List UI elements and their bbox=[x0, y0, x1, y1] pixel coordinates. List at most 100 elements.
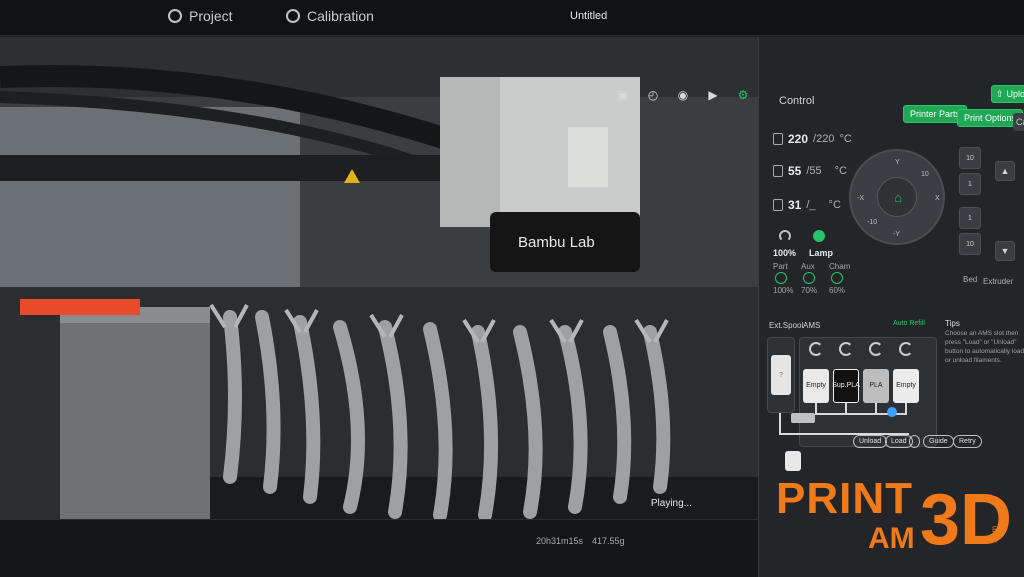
ext-spool-label: Ext.Spool bbox=[769, 321, 804, 330]
camera-toolbar: ▣ ◴ ◉ ▶ ⚙ bbox=[614, 87, 752, 103]
fan-cham-label: Cham bbox=[829, 262, 851, 271]
fan-part-label: Part bbox=[773, 262, 788, 271]
jog-neg-ten-label: -10 bbox=[867, 219, 878, 226]
job-time: 20h31m15s bbox=[536, 536, 584, 546]
calibration-icon bbox=[286, 9, 300, 23]
jog-neg-y-label: -Y bbox=[893, 231, 900, 238]
job-info-bar: 20h31m15s 417.55g bbox=[0, 519, 758, 577]
chamber-icon bbox=[773, 199, 783, 211]
watermark-big: 3D bbox=[920, 480, 1013, 560]
jog-y-label: Y bbox=[895, 159, 900, 166]
tab-project[interactable]: Project bbox=[168, 4, 233, 28]
nozzle-temp-current: 220 bbox=[788, 132, 809, 146]
bed-up-1-button[interactable]: 1 bbox=[959, 173, 981, 195]
fan-part-value: 100% bbox=[773, 286, 794, 295]
ams-slot-3[interactable]: PLA bbox=[863, 369, 889, 403]
bed-icon bbox=[773, 165, 783, 177]
filament-path bbox=[779, 413, 781, 435]
fan-aux-label: Aux bbox=[801, 262, 815, 271]
watermark-tld: .com bbox=[990, 525, 1000, 544]
upload-button[interactable]: ⇧ Uplo bbox=[991, 85, 1024, 103]
window-title: Untitled bbox=[570, 10, 608, 22]
brand-label: Bambu Lab bbox=[518, 234, 595, 251]
record-icon[interactable]: ▣ bbox=[614, 87, 632, 103]
chevron-up-icon: ▲ bbox=[1000, 166, 1010, 176]
nozzle-icon bbox=[773, 133, 783, 145]
bed-down-1-button[interactable]: 1 bbox=[959, 207, 981, 229]
ams-label: AMS bbox=[803, 321, 821, 330]
bed-temp-unit: °C bbox=[834, 165, 847, 177]
video-icon[interactable]: ▶ bbox=[704, 87, 722, 103]
bed-temp[interactable]: 55 /55 °C bbox=[773, 164, 847, 178]
axis-jog-dial[interactable]: Y -Y -X X 10 -10 ⌂ bbox=[849, 149, 945, 245]
slot-4-dial-icon[interactable] bbox=[899, 342, 913, 356]
humidity-icon[interactable] bbox=[887, 407, 897, 417]
guide-button[interactable]: Guide bbox=[923, 435, 954, 448]
camera-status: Playing... bbox=[650, 498, 692, 509]
ams-slot-4[interactable]: Empty bbox=[893, 369, 919, 403]
extruder-label: Extruder bbox=[983, 277, 1014, 286]
auto-refill-link[interactable]: Auto Refill bbox=[893, 320, 925, 327]
timelapse-icon[interactable]: ◴ bbox=[644, 87, 662, 103]
nozzle-temp-target: /220 bbox=[813, 133, 835, 145]
tips-text: Choose an AMS slot then press "Load" or … bbox=[945, 330, 1024, 364]
tab-calibration[interactable]: Calibration bbox=[286, 4, 374, 28]
watermark-sub: AM bbox=[868, 522, 915, 555]
toolhead-icon bbox=[785, 451, 801, 471]
ams-slot-1[interactable]: Empty bbox=[803, 369, 829, 403]
fan-part-icon[interactable] bbox=[775, 272, 787, 284]
webcam-icon[interactable]: ◉ bbox=[674, 87, 692, 103]
extruder-up-button[interactable]: ▲ bbox=[995, 161, 1015, 181]
watermark-logo: PRINT AM 3D .com bbox=[772, 470, 1012, 570]
watermark-word: PRINT bbox=[776, 474, 913, 523]
tips-title: Tips bbox=[945, 319, 960, 328]
jog-ten-label: 10 bbox=[921, 171, 929, 178]
bed-temp-current: 55 bbox=[788, 164, 802, 178]
slot-2-dial-icon[interactable] bbox=[839, 342, 853, 356]
upload-button-label: Uplo bbox=[1006, 89, 1024, 99]
speed-value: 100% bbox=[773, 248, 797, 258]
nozzle-temp-unit: °C bbox=[839, 133, 852, 145]
tab-calibration-label: Calibration bbox=[307, 8, 374, 24]
jog-center[interactable]: ⌂ bbox=[877, 177, 917, 217]
bed-down-10-button[interactable]: 10 bbox=[959, 233, 981, 255]
gear-icon[interactable] bbox=[909, 435, 920, 448]
slot-1-dial-icon[interactable] bbox=[809, 342, 823, 356]
control-title: Control bbox=[779, 95, 815, 107]
project-icon bbox=[168, 9, 182, 23]
title-bar: Project Calibration Untitled bbox=[0, 0, 1024, 36]
hub-icon bbox=[791, 413, 815, 423]
slot-3-dial-icon[interactable] bbox=[869, 342, 883, 356]
unload-button[interactable]: Unload bbox=[853, 435, 888, 448]
retry-button[interactable]: Retry bbox=[953, 435, 982, 448]
chamber-temp[interactable]: 31 /_ °C bbox=[773, 198, 841, 212]
home-icon[interactable]: ⌂ bbox=[890, 190, 906, 206]
chamber-temp-target: /_ bbox=[806, 199, 816, 211]
upload-icon: ⇧ bbox=[996, 88, 1004, 99]
fan-cham-value: 60% bbox=[829, 286, 846, 295]
chamber-temp-current: 31 bbox=[788, 198, 802, 212]
ext-spool-slot[interactable]: ? bbox=[771, 355, 791, 395]
camera-feed-image: Bambu Lab bbox=[0, 37, 758, 519]
lamp-label: Lamp bbox=[809, 248, 834, 258]
jog-neg-x-label: -X bbox=[857, 195, 864, 202]
ams-slot-2[interactable]: Sup.PLA bbox=[832, 369, 860, 403]
speed-icon[interactable] bbox=[779, 230, 791, 242]
fan-aux-value: 70% bbox=[801, 286, 818, 295]
jog-x-label: X bbox=[935, 195, 940, 202]
extruder-down-button[interactable]: ▼ bbox=[995, 241, 1015, 261]
chamber-temp-unit: °C bbox=[828, 199, 841, 211]
chevron-down-icon: ▼ bbox=[1000, 246, 1010, 256]
camera-view[interactable]: Bambu Lab ▣ ◴ ◉ ▶ ⚙ Playing... bbox=[0, 37, 758, 519]
tab-project-label: Project bbox=[189, 8, 233, 24]
bed-temp-target: /55 bbox=[806, 165, 822, 177]
fan-cham-icon[interactable] bbox=[831, 272, 843, 284]
nozzle-temp[interactable]: 220 /220 °C bbox=[773, 132, 852, 146]
calibration-button[interactable]: Ca bbox=[1013, 113, 1024, 131]
job-weight: 417.55g bbox=[592, 536, 625, 546]
bed-label: Bed bbox=[963, 275, 978, 284]
lamp-icon[interactable] bbox=[813, 230, 825, 242]
fan-aux-icon[interactable] bbox=[803, 272, 815, 284]
bed-up-10-button[interactable]: 10 bbox=[959, 147, 981, 169]
settings-icon[interactable]: ⚙ bbox=[734, 87, 752, 103]
